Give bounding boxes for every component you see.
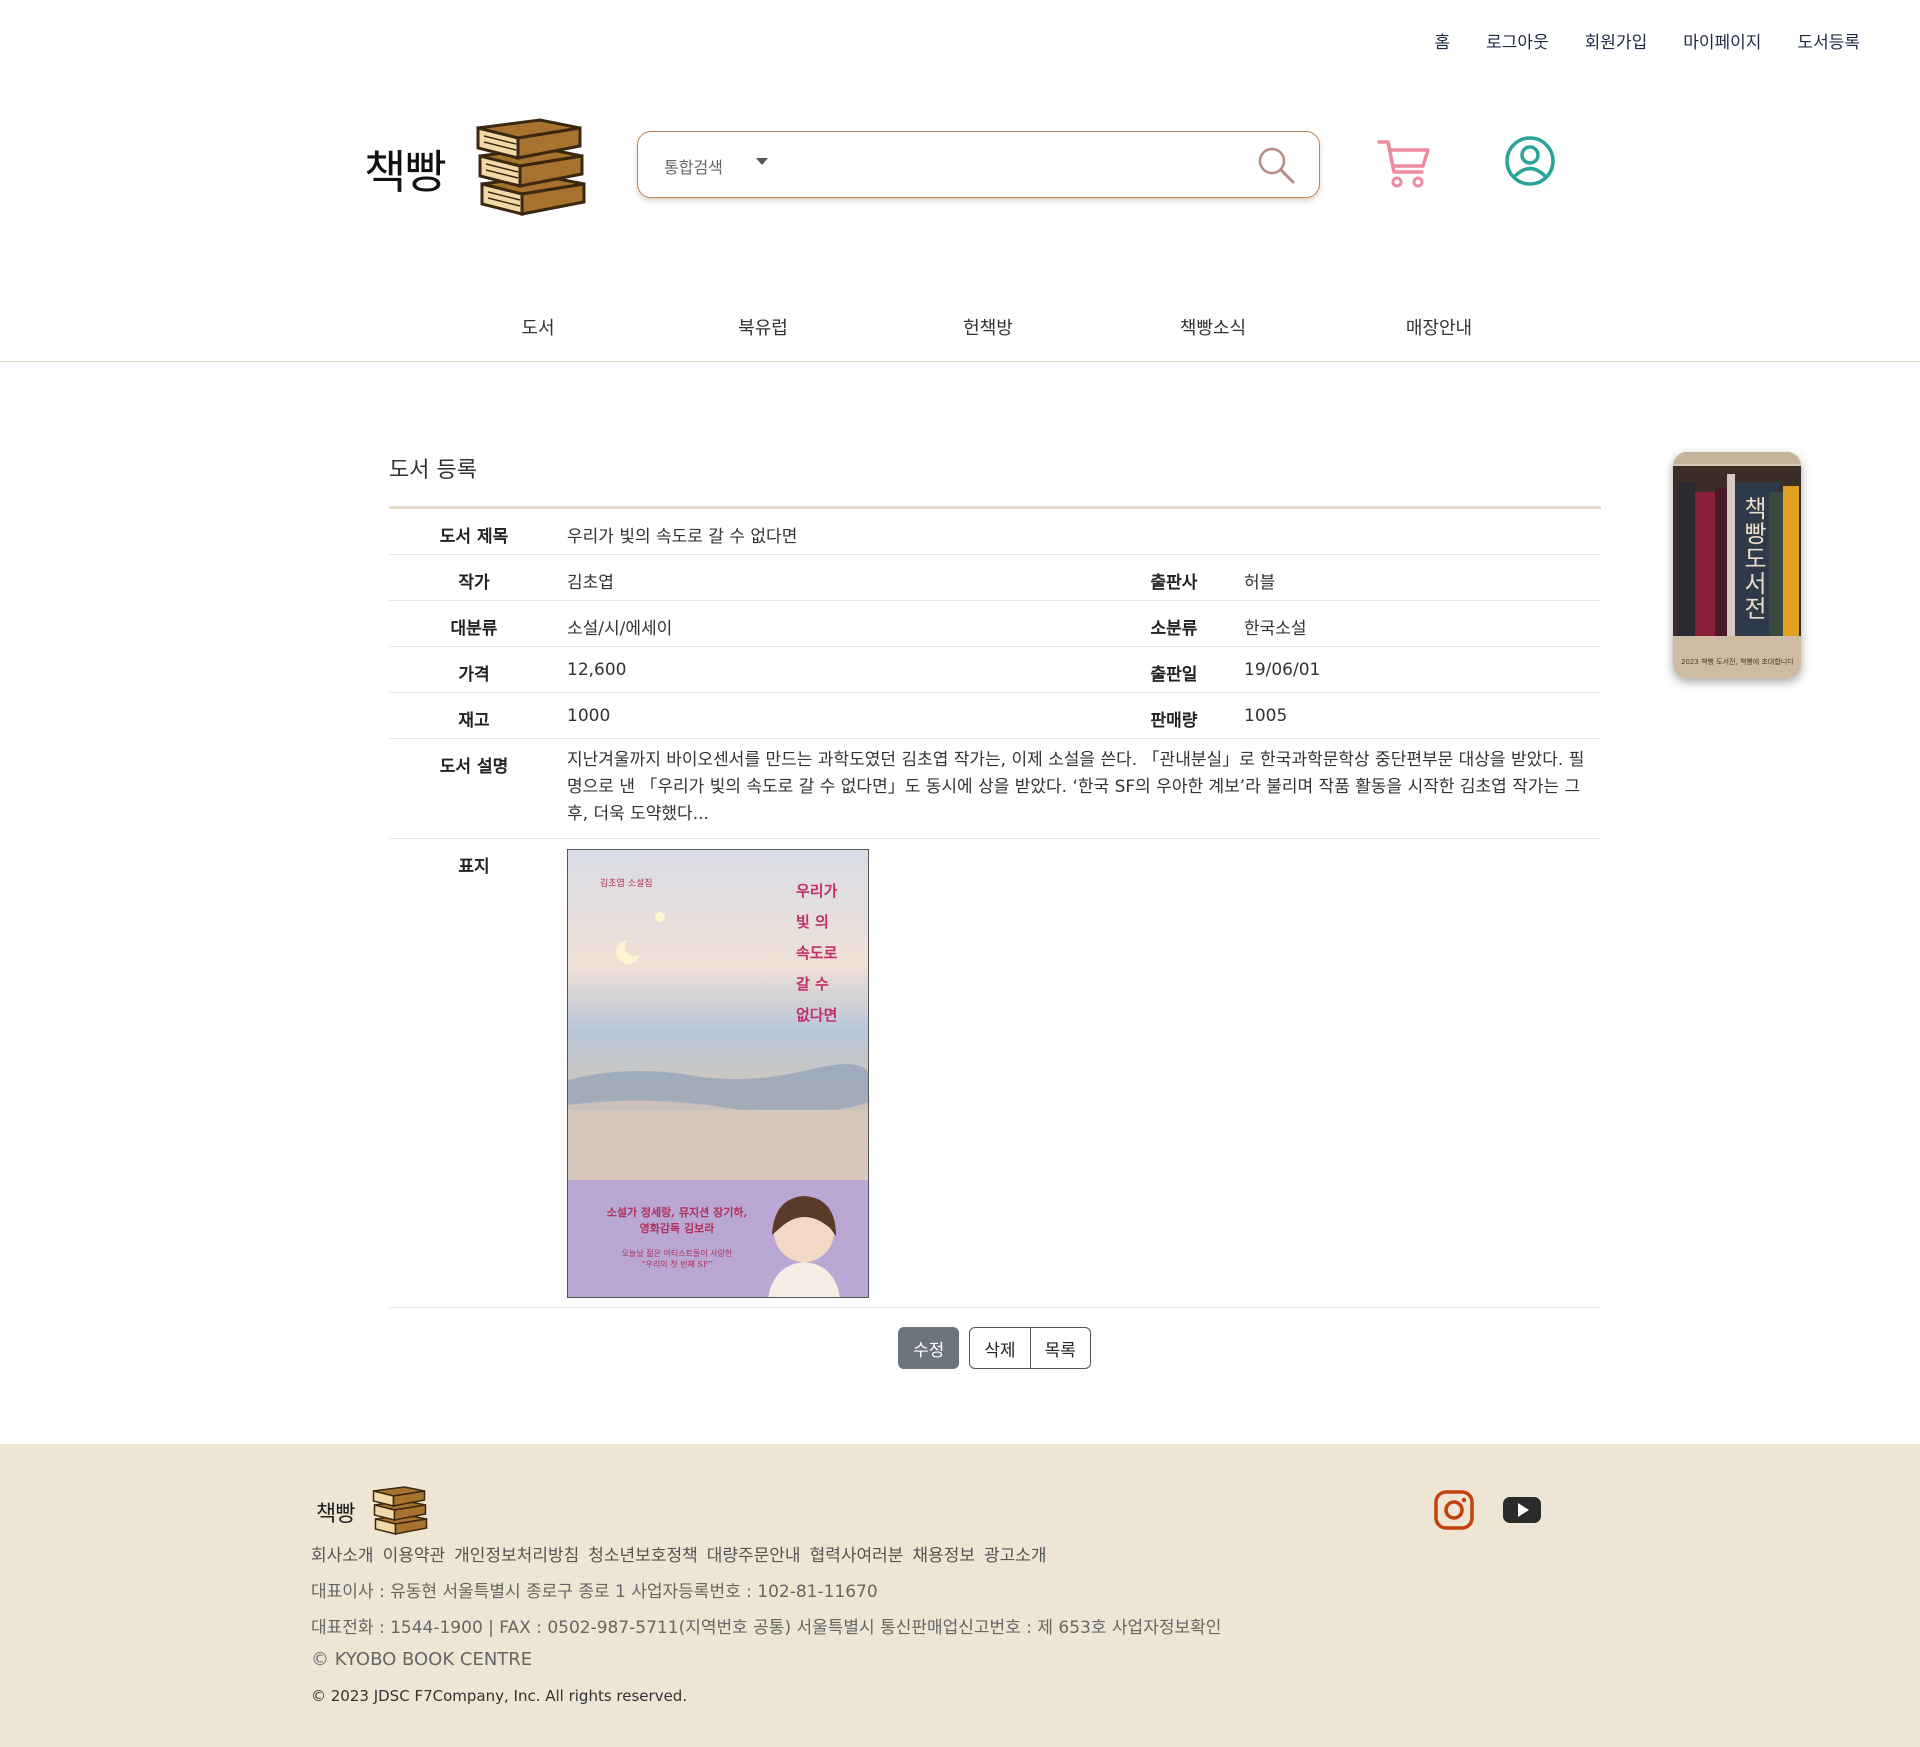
- header: 책빵 통합검색: [360, 110, 1560, 220]
- cover-title-text: 우리가 빛 의 속도로 갈 수 없다면: [796, 882, 838, 1024]
- chevron-down-icon[interactable]: [756, 158, 768, 165]
- title-value: 우리가 빛의 속도로 갈 수 없다면: [567, 527, 798, 547]
- book-stack-icon: [476, 118, 586, 216]
- side-banner-caption: 2023 책빵 도서전, 책빵에 초대합니다: [1681, 658, 1794, 666]
- list-button[interactable]: 목록: [1029, 1327, 1091, 1369]
- book-stack-icon: [372, 1486, 428, 1535]
- table-row: 작가 김초엽 출판사 허블: [389, 555, 1601, 601]
- action-buttons: 수정 삭제 목록: [898, 1327, 1101, 1369]
- page-title: 도서 등록: [389, 458, 477, 483]
- major-category-label: 대분류: [450, 619, 498, 639]
- table-row: 가격 12,600 출판일 19/06/01: [389, 647, 1601, 693]
- logo-text: 책빵: [364, 145, 447, 199]
- minor-category-label: 소분류: [1150, 619, 1198, 639]
- description-value: 지난겨울까지 바이오센서를 만드는 과학도였던 김초엽 작가는, 이제 소설을 …: [567, 750, 1585, 824]
- description-label: 도서 설명: [439, 757, 509, 777]
- footer-links: 회사소개 이용약관 개인정보처리방침 청소년보호정책 대량주문안내 협력사여러분…: [311, 1541, 1047, 1566]
- stock-label: 재고: [458, 711, 490, 731]
- menu-item-books[interactable]: 도서: [521, 314, 554, 340]
- cart-icon[interactable]: [1376, 136, 1432, 192]
- footer: 책빵 회사소개 이용약관 개인정보처리방침 청소년보호정책 대량주문안내 협력사…: [0, 1444, 1920, 1747]
- footer-copyright-kyobo: © KYOBO BOOK CENTRE: [311, 1649, 533, 1670]
- publisher-label: 출판사: [1150, 573, 1198, 593]
- publisher-value: 허블: [1244, 573, 1276, 593]
- footer-link-bulk-order[interactable]: 대량주문안내: [707, 1541, 801, 1566]
- major-category-value: 소설/시/에세이: [567, 619, 673, 639]
- sales-value: 1005: [1244, 706, 1288, 726]
- stock-value: 1000: [567, 706, 611, 726]
- nav-logout-link[interactable]: 로그아웃: [1486, 28, 1549, 53]
- table-row: 표지 김초엽 소설집 우리가 빛 의 속도로 갈 수 없다면 소설가 정세랑, …: [389, 839, 1601, 1308]
- top-nav: 홈 로그아웃 회원가입 마이페이지 도서등록: [1434, 28, 1860, 53]
- price-value: 12,600: [567, 660, 627, 680]
- footer-link-youth[interactable]: 청소년보호정책: [588, 1541, 697, 1566]
- book-cover-image: 김초엽 소설집 우리가 빛 의 속도로 갈 수 없다면 소설가 정세랑, 뮤지션…: [567, 849, 869, 1298]
- nav-book-register-link[interactable]: 도서등록: [1797, 28, 1860, 53]
- menu-item-news[interactable]: 책빵소식: [1180, 314, 1246, 340]
- publish-date-label: 출판일: [1150, 665, 1198, 685]
- user-profile-icon[interactable]: [1504, 135, 1556, 187]
- footer-company-info: 대표이사 : 유동현 서울특별시 종로구 종로 1 사업자등록번호 : 102-…: [311, 1582, 878, 1602]
- footer-link-about[interactable]: 회사소개: [311, 1541, 374, 1566]
- youtube-icon[interactable]: [1500, 1488, 1544, 1532]
- table-row: 도서 제목 우리가 빛의 속도로 갈 수 없다면: [389, 509, 1601, 555]
- nav-mypage-link[interactable]: 마이페이지: [1683, 28, 1761, 53]
- side-banner-title: 책빵도서전: [1739, 496, 1767, 621]
- table-row: 도서 설명 지난겨울까지 바이오센서를 만드는 과학도였던 김초엽 작가는, 이…: [389, 739, 1601, 839]
- menu-item-nordic[interactable]: 북유럽: [738, 314, 788, 340]
- book-detail-table: 도서 제목 우리가 빛의 속도로 갈 수 없다면 작가 김초엽 출판사 허블 대…: [389, 506, 1601, 1308]
- publish-date-value: 19/06/01: [1244, 660, 1321, 680]
- side-banner[interactable]: 책빵도서전 2023 책빵 도서전, 책빵에 초대합니다: [1673, 452, 1801, 678]
- footer-link-ads[interactable]: 광고소개: [984, 1541, 1047, 1566]
- nav-signup-link[interactable]: 회원가입: [1585, 28, 1648, 53]
- footer-copyright: © 2023 JDSC F7Company, Inc. All rights r…: [311, 1687, 688, 1705]
- search-bar: 통합검색: [637, 131, 1320, 198]
- cover-blurb: 소설가 정세랑, 뮤지션 장기하, 영화감독 김보라 오늘날 젊은 아티스트들이…: [606, 1206, 748, 1269]
- nav-home-link[interactable]: 홈: [1434, 28, 1450, 53]
- site-logo[interactable]: 책빵: [364, 114, 586, 224]
- cover-label: 표지: [458, 857, 490, 877]
- instagram-icon[interactable]: [1432, 1488, 1476, 1532]
- minor-category-value: 한국소설: [1244, 619, 1307, 639]
- search-icon[interactable]: [1255, 144, 1297, 186]
- table-row: 대분류 소설/시/에세이 소분류 한국소설: [389, 601, 1601, 647]
- table-row: 재고 1000 판매량 1005: [389, 693, 1601, 739]
- cover-series-text: 김초엽 소설집: [600, 879, 653, 889]
- footer-logo-text: 책빵: [316, 1502, 355, 1527]
- title-label: 도서 제목: [439, 527, 509, 547]
- author-value: 김초엽: [567, 573, 614, 593]
- footer-link-partners[interactable]: 협력사여러분: [810, 1541, 904, 1566]
- author-label: 작가: [458, 573, 490, 593]
- footer-contact-info: 대표전화 : 1544-1900 | FAX : 0502-987-5711(지…: [311, 1618, 1222, 1638]
- edit-button[interactable]: 수정: [898, 1327, 960, 1369]
- price-label: 가격: [458, 665, 490, 685]
- delete-button[interactable]: 삭제: [969, 1327, 1031, 1369]
- footer-link-careers[interactable]: 채용정보: [912, 1541, 975, 1566]
- footer-logo[interactable]: 책빵: [314, 1484, 434, 1538]
- footer-link-terms[interactable]: 이용약관: [383, 1541, 446, 1566]
- footer-link-privacy[interactable]: 개인정보처리방침: [454, 1541, 579, 1566]
- sales-label: 판매량: [1150, 711, 1198, 731]
- menu-item-store-info[interactable]: 매장안내: [1406, 314, 1472, 340]
- menu-item-used-books[interactable]: 헌책방: [963, 314, 1013, 340]
- search-category-select[interactable]: 통합검색: [664, 154, 723, 178]
- main-menu: 도서 북유럽 헌책방 책빵소식 매장안내: [0, 310, 1920, 362]
